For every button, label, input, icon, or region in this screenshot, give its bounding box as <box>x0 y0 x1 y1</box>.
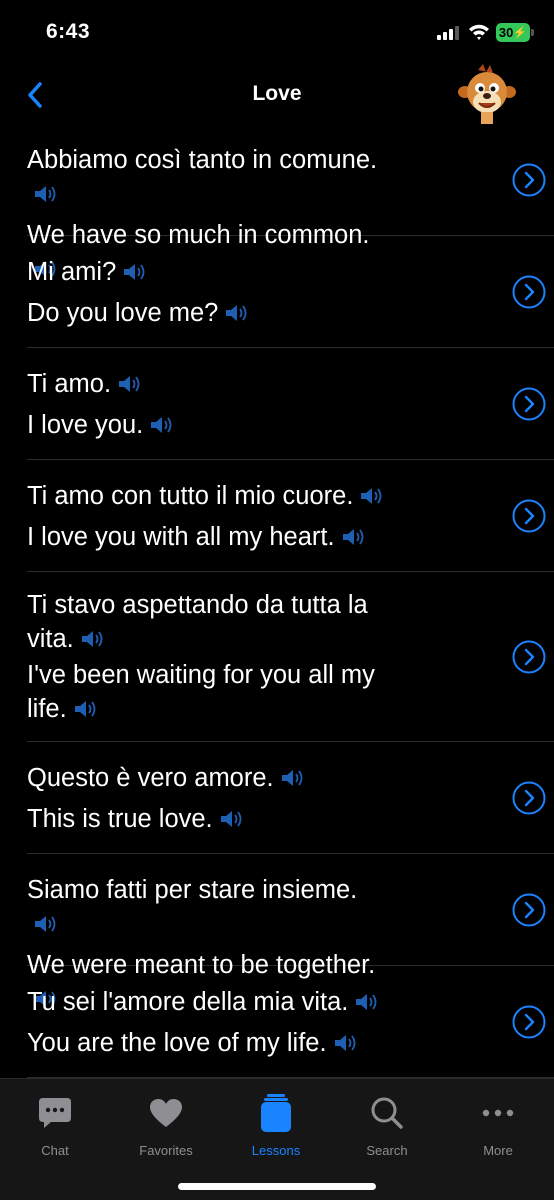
speaker-icon[interactable] <box>341 526 365 548</box>
tab-more[interactable]: More <box>443 1093 553 1158</box>
speaker-icon[interactable] <box>333 1032 357 1054</box>
english-phrase: I love you with all my heart. <box>27 520 504 554</box>
tab-label: More <box>483 1143 513 1158</box>
speaker-icon[interactable] <box>33 913 57 935</box>
italian-phrase: Ti stavo aspettando da tutta la vita. <box>27 588 504 656</box>
search-icon <box>371 1097 403 1129</box>
italian-phrase: Questo è vero amore. <box>27 761 504 795</box>
charging-bolt-icon: ⚡ <box>513 27 528 39</box>
chevron-right-circle-icon[interactable] <box>512 781 546 815</box>
tab-label: Favorites <box>139 1143 193 1158</box>
status-bar: 6:43 30 ⚡ <box>0 0 554 62</box>
speaker-icon[interactable] <box>80 628 104 650</box>
italian-phrase: Abbiamo così tanto in comune. <box>27 143 504 211</box>
english-phrase: This is true love. <box>27 802 504 836</box>
english-text: You are the love of my life. <box>27 1029 327 1057</box>
phrase-row[interactable]: Ti stavo aspettando da tutta la vita. I'… <box>27 572 554 742</box>
meerkat-mascot-icon <box>458 64 516 124</box>
chevron-right-circle-icon[interactable] <box>512 893 546 927</box>
wifi-icon <box>469 24 489 40</box>
speaker-icon[interactable] <box>33 183 57 205</box>
italian-text: Abbiamo così tanto in comune. <box>27 146 378 174</box>
speaker-icon[interactable] <box>219 808 243 830</box>
italian-phrase: Ti amo con tutto il mio cuore. <box>27 479 504 513</box>
phrase-row[interactable]: Tu sei l'amore della mia vita. You are t… <box>27 966 554 1078</box>
english-text: Do you love me? <box>27 299 219 327</box>
speaker-icon[interactable] <box>224 302 248 324</box>
cellular-signal-icon <box>437 26 459 40</box>
chevron-right-circle-icon[interactable] <box>512 387 546 421</box>
italian-phrase: Ti amo. <box>27 367 504 401</box>
english-text: I love you with all my heart. <box>27 523 335 551</box>
english-text: I love you. <box>27 411 144 439</box>
italian-text: Mi ami? <box>27 258 117 286</box>
status-time: 6:43 <box>46 20 91 43</box>
chevron-right-circle-icon[interactable] <box>512 275 546 309</box>
speaker-icon[interactable] <box>354 991 378 1013</box>
tab-search[interactable]: Search <box>332 1093 442 1158</box>
chevron-right-circle-icon[interactable] <box>512 640 546 674</box>
phrase-row[interactable]: Ti amo. I love you. <box>27 348 554 460</box>
english-phrase: Do you love me? <box>27 296 504 330</box>
speaker-icon[interactable] <box>73 698 97 720</box>
italian-text: Ti stavo aspettando da tutta la vita. <box>27 591 368 653</box>
english-phrase: You are the love of my life. <box>27 1026 504 1060</box>
english-phrase: I've been waiting for you all my life. <box>27 658 504 726</box>
tab-label: Lessons <box>251 1143 301 1158</box>
speaker-icon[interactable] <box>117 373 141 395</box>
phrase-row[interactable]: Questo è vero amore. This is true love. <box>27 742 554 854</box>
italian-phrase: Tu sei l'amore della mia vita. <box>27 985 504 1019</box>
italian-text: Questo è vero amore. <box>27 764 274 792</box>
italian-text: Ti amo. <box>27 370 112 398</box>
speaker-icon[interactable] <box>280 767 304 789</box>
lessons-icon <box>261 1094 291 1132</box>
phrase-row[interactable]: Abbiamo così tanto in comune. We have so… <box>27 124 554 277</box>
more-icon <box>482 1109 514 1117</box>
italian-text: Siamo fatti per stare insieme. <box>27 876 358 904</box>
phrase-row[interactable]: Siamo fatti per stare insieme. We were m… <box>27 854 554 1007</box>
chevron-right-circle-icon[interactable] <box>512 499 546 533</box>
tab-favorites[interactable]: Favorites <box>111 1093 221 1158</box>
phrase-list: Abbiamo così tanto in comune. We have so… <box>0 124 554 1078</box>
italian-phrase: Siamo fatti per stare insieme. <box>27 873 504 941</box>
chevron-right-circle-icon[interactable] <box>512 1005 546 1039</box>
chat-icon <box>39 1098 71 1128</box>
speaker-icon[interactable] <box>149 414 173 436</box>
home-indicator <box>178 1183 376 1190</box>
phrase-row[interactable]: Mi ami? Do you love me? <box>27 236 554 348</box>
speaker-icon[interactable] <box>359 485 383 507</box>
heart-icon <box>150 1099 182 1127</box>
italian-phrase: Mi ami? <box>27 255 504 289</box>
tab-label: Chat <box>41 1143 69 1158</box>
english-text: This is true love. <box>27 805 213 833</box>
tab-label: Search <box>366 1143 408 1158</box>
italian-text: Tu sei l'amore della mia vita. <box>27 988 349 1016</box>
battery-level: 30 <box>498 25 514 40</box>
navigation-bar: Love <box>0 62 554 128</box>
battery-indicator: 30 ⚡ <box>496 23 530 42</box>
tab-chat[interactable]: Chat <box>0 1093 110 1158</box>
battery-tip <box>531 29 534 36</box>
tab-bar: Chat Favorites Lessons Search More <box>0 1078 554 1200</box>
phrase-row[interactable]: Ti amo con tutto il mio cuore. I love yo… <box>27 460 554 572</box>
italian-text: Ti amo con tutto il mio cuore. <box>27 482 354 510</box>
speaker-icon[interactable] <box>122 261 146 283</box>
english-phrase: I love you. <box>27 408 504 442</box>
tab-lessons[interactable]: Lessons <box>221 1093 331 1158</box>
chevron-right-circle-icon[interactable] <box>512 163 546 197</box>
